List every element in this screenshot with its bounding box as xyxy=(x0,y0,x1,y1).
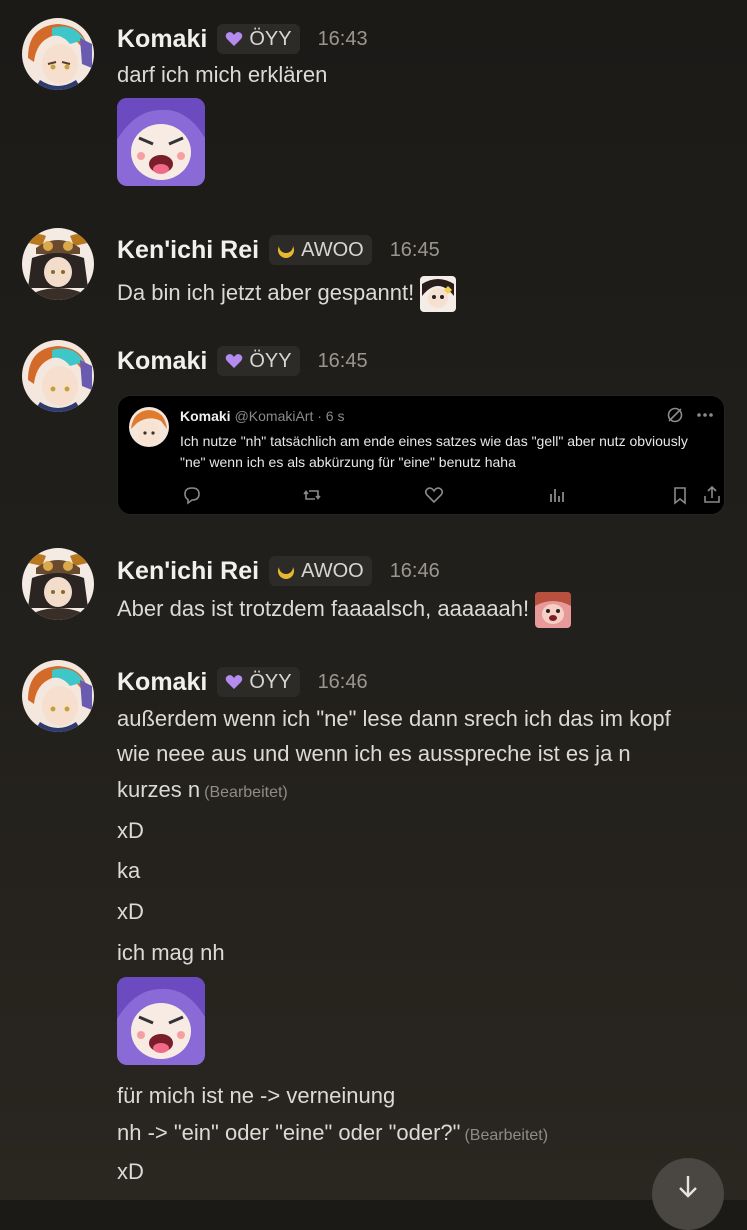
tweet-top-icons xyxy=(666,406,714,424)
reply-icon[interactable] xyxy=(181,484,203,506)
message-text: ich mag nh xyxy=(117,940,225,965)
message-header: Komaki ÖYY 16:45 xyxy=(117,344,368,378)
message-text: außerdem wenn ich "ne" lese dann srech i… xyxy=(117,706,671,731)
arrow-down-icon xyxy=(679,1176,697,1198)
jump-to-present-button[interactable] xyxy=(652,1158,724,1230)
message-text: für mich ist ne -> verneinung xyxy=(117,1083,396,1108)
message-text: Aber das ist trotzdem faaaalsch, aaaaaah… xyxy=(117,592,572,628)
message-text-content: Aber das ist trotzdem faaaalsch, aaaaaah… xyxy=(117,595,530,621)
message-text-content: Da bin ich jetzt aber gespannt! xyxy=(117,279,415,305)
message-header: Ken'ichi Rei AWOO 16:46 xyxy=(117,554,440,588)
avatar-kenichi[interactable] xyxy=(22,228,94,300)
server-tag[interactable]: AWOO xyxy=(269,556,372,586)
author-name[interactable]: Ken'ichi Rei xyxy=(117,236,259,265)
server-tag-label: ÖYY xyxy=(249,670,292,693)
views-icon[interactable] xyxy=(546,484,568,506)
purple-heart-icon xyxy=(226,32,243,46)
message-text: xD xyxy=(117,899,144,924)
share-icon[interactable] xyxy=(701,484,723,506)
repost-icon[interactable] xyxy=(301,484,323,506)
message-text: darf ich mich erklären xyxy=(117,62,328,87)
crescent-icon xyxy=(278,241,295,258)
server-tag-label: AWOO xyxy=(301,559,364,582)
edited-label: (Bearbeitet) xyxy=(204,784,288,801)
timestamp: 16:46 xyxy=(317,670,368,693)
server-tag[interactable]: AWOO xyxy=(269,235,372,265)
avatar-komaki[interactable] xyxy=(22,18,94,90)
more-icon[interactable] xyxy=(696,412,714,418)
author-name[interactable]: Komaki xyxy=(117,25,207,54)
timestamp: 16:45 xyxy=(317,349,368,372)
timestamp: 16:45 xyxy=(389,238,440,261)
grok-icon[interactable] xyxy=(666,406,684,424)
author-name[interactable]: Komaki xyxy=(117,347,207,376)
tweet-header: Komaki @KomakiArt · 6 s xyxy=(180,408,344,424)
message-text: ka xyxy=(117,858,141,883)
avatar-komaki[interactable] xyxy=(22,660,94,732)
server-tag-label: AWOO xyxy=(301,238,364,261)
message-text: kurzes n (Bearbeitet) xyxy=(117,776,288,807)
tweet-actions xyxy=(118,484,726,508)
custom-emoji[interactable] xyxy=(420,276,457,312)
message-header: Ken'ichi Rei AWOO 16:45 xyxy=(117,233,440,267)
bookmark-icon[interactable] xyxy=(669,484,691,506)
edited-label: (Bearbeitet) xyxy=(464,1127,549,1144)
author-name[interactable]: Komaki xyxy=(117,668,207,697)
purple-heart-icon xyxy=(226,354,243,368)
server-tag[interactable]: ÖYY xyxy=(217,24,300,54)
avatar-komaki[interactable] xyxy=(22,340,94,412)
tweet-handle: @KomakiArt · 6 s xyxy=(234,408,345,424)
custom-emoji[interactable] xyxy=(535,592,572,628)
tweet-avatar[interactable] xyxy=(129,407,169,447)
sticker-emote[interactable] xyxy=(117,977,205,1065)
avatar-kenichi[interactable] xyxy=(22,548,94,620)
tweet-embed[interactable]: Komaki @KomakiArt · 6 s Ich nutze "nh" ta… xyxy=(117,395,725,515)
server-tag-label: ÖYY xyxy=(249,349,292,372)
message-text: nh -> "ein" oder "eine" oder "oder?" (Bea… xyxy=(117,1119,548,1150)
message-header: Komaki ÖYY 16:46 xyxy=(117,665,368,699)
message-text: xD xyxy=(117,818,144,843)
sticker-emote[interactable] xyxy=(117,98,205,186)
tweet-text: Ich nutze "nh" tatsächlich am ende eines… xyxy=(180,433,688,470)
message-text-content: nh -> "ein" oder "eine" oder "oder?" xyxy=(117,1120,461,1145)
server-tag-label: ÖYY xyxy=(249,27,292,50)
message-text: Da bin ich jetzt aber gespannt! xyxy=(117,276,457,312)
author-name[interactable]: Ken'ichi Rei xyxy=(117,557,259,586)
tweet-author-name[interactable]: Komaki xyxy=(180,408,231,424)
like-icon[interactable] xyxy=(423,484,445,506)
purple-heart-icon xyxy=(226,675,243,689)
message-text: wie neee aus und wenn ich es ausspreche … xyxy=(117,741,631,766)
message-text-content: kurzes n xyxy=(117,777,201,802)
message-text: xD xyxy=(117,1159,144,1184)
crescent-icon xyxy=(278,562,295,579)
server-tag[interactable]: ÖYY xyxy=(217,667,300,697)
timestamp: 16:43 xyxy=(317,27,368,50)
message-header: Komaki ÖYY 16:43 xyxy=(117,22,368,56)
server-tag[interactable]: ÖYY xyxy=(217,346,300,376)
timestamp: 16:46 xyxy=(389,559,440,582)
